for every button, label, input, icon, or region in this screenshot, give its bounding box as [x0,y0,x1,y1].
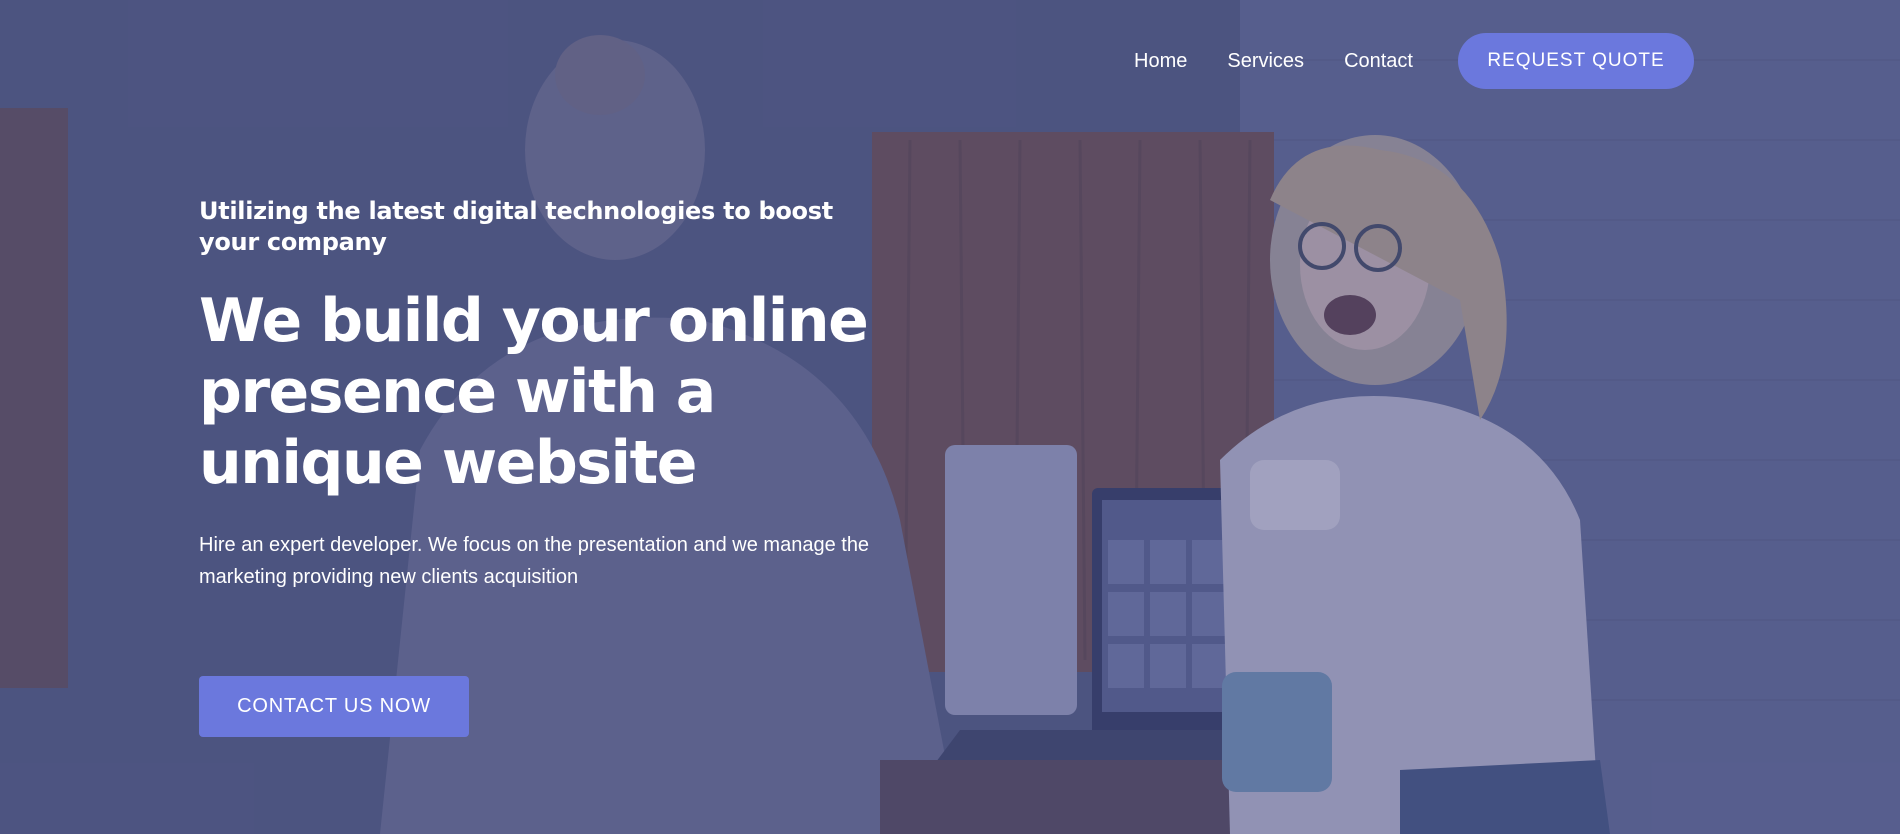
nav-link-contact[interactable]: Contact [1344,50,1413,73]
contact-us-now-button[interactable]: CONTACT US NOW [199,676,469,737]
nav-link-home[interactable]: Home [1134,50,1187,73]
hero-tagline: Utilizing the latest digital technologie… [199,197,833,256]
request-quote-button[interactable]: REQUEST QUOTE [1458,33,1694,89]
main-navigation: Home Services Contact REQUEST QUOTE [1100,33,1694,89]
hero-content: Utilizing the latest digital technologie… [199,196,899,593]
hero-headline: We build your online presence with a uni… [199,286,869,498]
hero-description: Hire an expert developer. We focus on th… [199,534,870,588]
hero-section: Home Services Contact REQUEST QUOTE Util… [0,0,1900,834]
nav-link-services[interactable]: Services [1227,50,1304,73]
